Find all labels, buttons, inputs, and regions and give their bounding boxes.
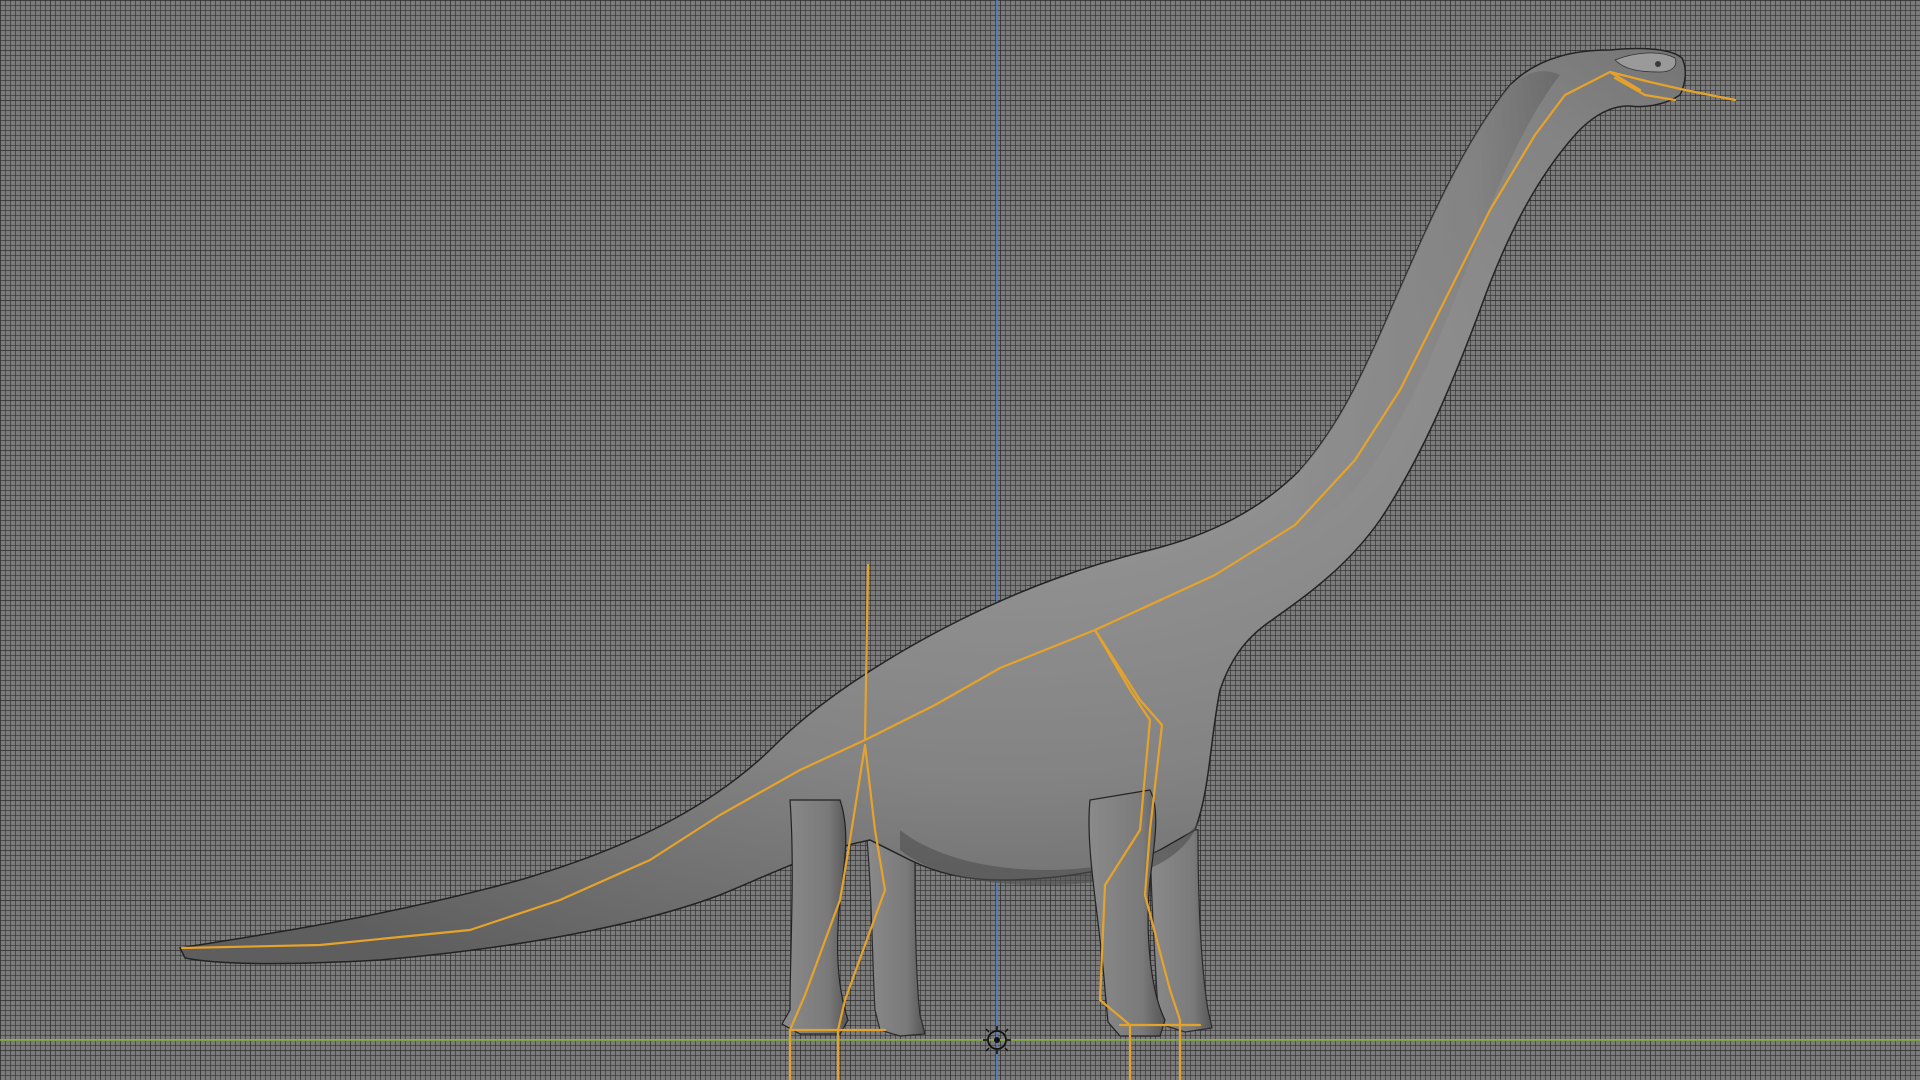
dinosaur-mesh[interactable] [178,47,1687,1037]
eye [1655,61,1661,67]
neck-shading [1280,71,1560,545]
viewport-scene[interactable] [0,0,1920,1080]
3d-viewport[interactable] [0,0,1920,1080]
origin-icon[interactable] [983,1026,1011,1054]
hind-leg-near[interactable] [781,799,849,1035]
